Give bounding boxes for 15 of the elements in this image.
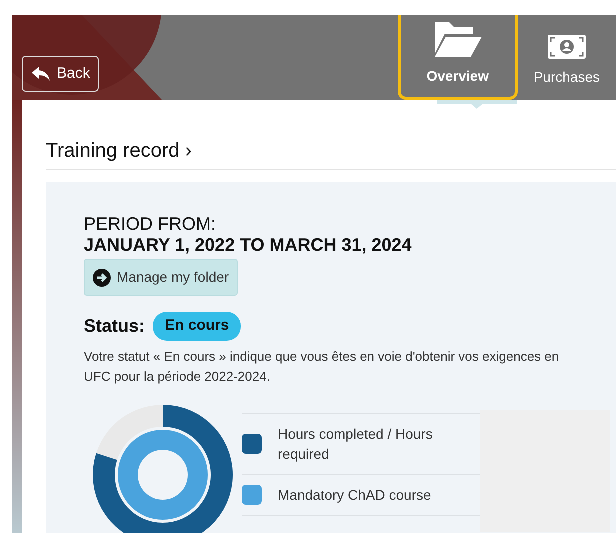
status-description: Votre statut « En cours » indique que vous êtes en voie d'obtenir vos exigences en UFC pour la période 2022-2024. [84, 348, 560, 386]
period-label: PERIOD FROM: [84, 214, 218, 235]
legend-label: Hours completed / Hours required [278, 424, 434, 464]
status-badge: En cours [153, 312, 242, 340]
period-range: JANUARY 1, 2022 TO MARCH 31, 2024 [84, 235, 413, 256]
folder-icon [432, 20, 483, 58]
section-title[interactable]: Training record › [46, 136, 616, 170]
banknote-icon [548, 35, 586, 59]
manage-folder-button[interactable]: Manage my folder [84, 259, 238, 296]
arrow-circle-icon [93, 268, 111, 286]
legend-label: Mandatory ChAD course [278, 486, 432, 504]
status-label: Status: [84, 314, 146, 338]
back-button[interactable]: Back [22, 56, 100, 92]
reply-arrow-icon [31, 66, 51, 82]
nav-tab[interactable]: Purchases [518, 15, 616, 100]
